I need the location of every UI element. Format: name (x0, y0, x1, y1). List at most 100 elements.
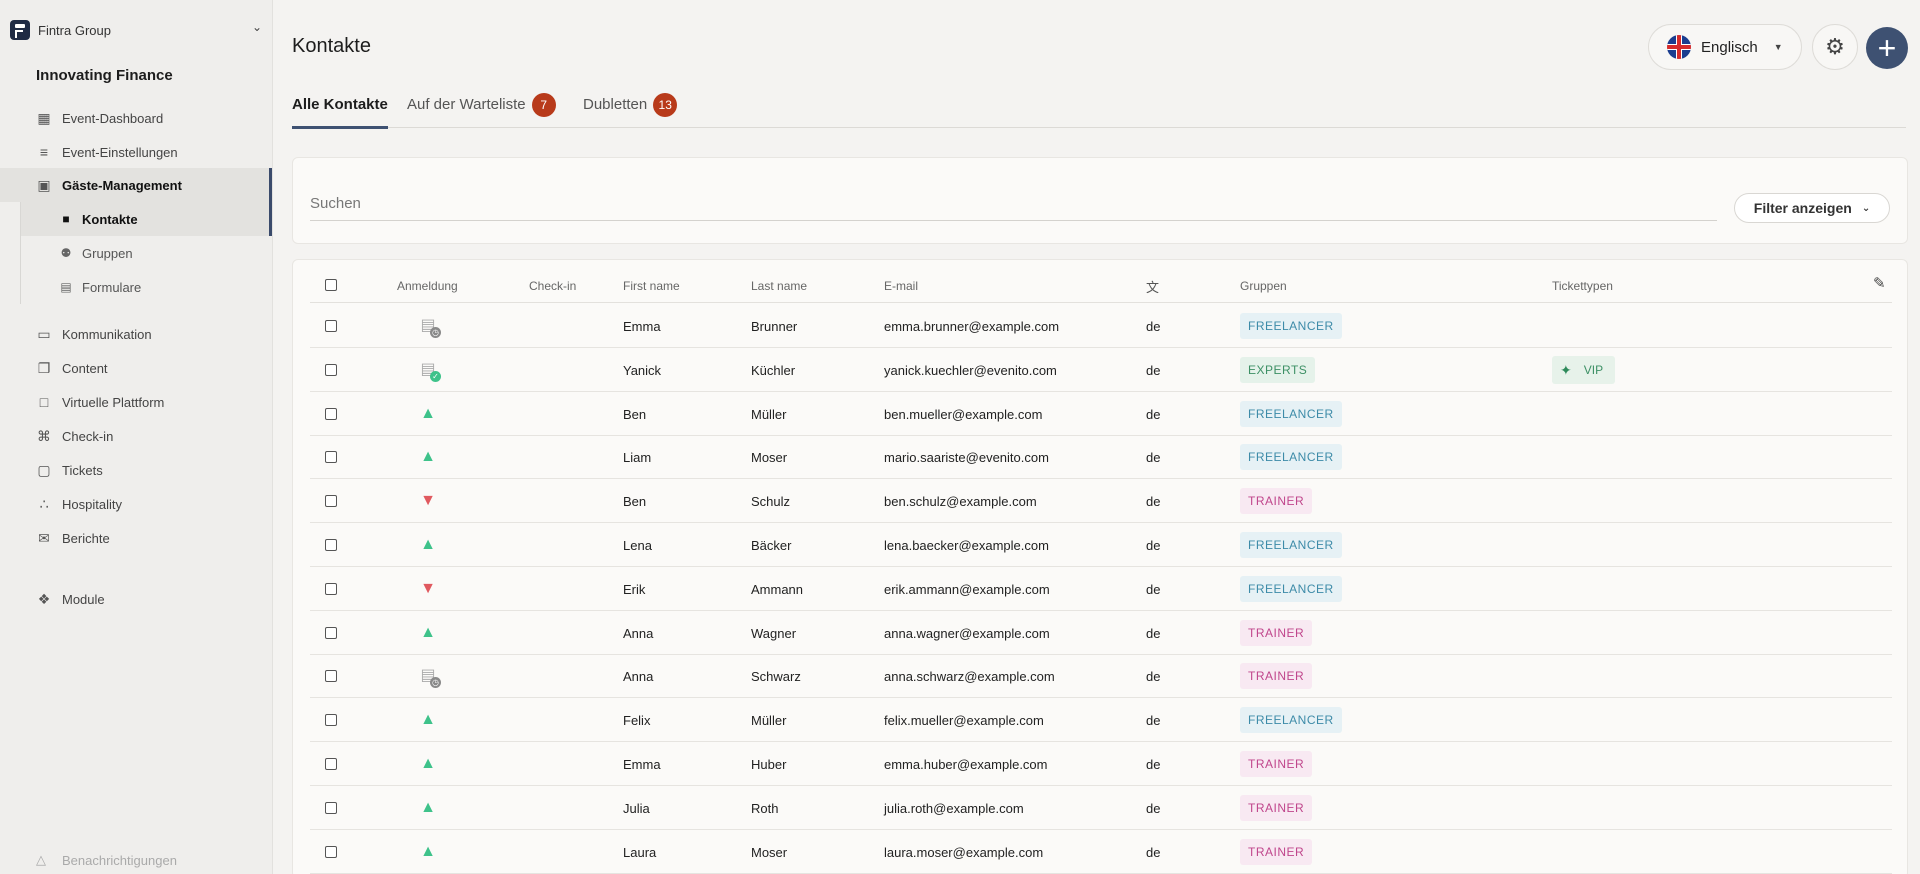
last-name-cell: Ammann (751, 581, 804, 597)
nav-item-virtual-platform[interactable]: □ Virtuelle Plattform (0, 385, 272, 419)
tab-waitlist[interactable]: Auf der Warteliste 7 (407, 92, 556, 128)
table-row[interactable]: ▲ Emma Huber emma.huber@example.com de TRAINE… (310, 742, 1892, 786)
row-checkbox[interactable] (325, 670, 337, 683)
table-row[interactable]: ▼ Ben Schulz ben.schulz@example.com de TRAINE… (310, 479, 1892, 524)
tab-all-contacts[interactable]: Alle Kontakte (292, 92, 388, 129)
contacts-table: Anmeldung Check-in First name Last name … (292, 259, 1908, 874)
row-checkbox[interactable] (325, 582, 337, 595)
table-row[interactable]: ▼ Erik Ammann erik.ammann@example.com de FREE… (310, 567, 1892, 611)
row-checkbox[interactable] (325, 539, 337, 551)
row-checkbox[interactable] (325, 845, 337, 858)
column-header-registration[interactable]: Anmeldung (397, 279, 458, 293)
language-cell: de (1146, 669, 1161, 685)
table-row[interactable]: ▲ Ben Müller ben.mueller@example.com de FREEL… (310, 392, 1892, 436)
row-checkbox[interactable] (325, 626, 337, 639)
first-name-cell: Felix (623, 713, 651, 729)
edit-columns-icon[interactable]: ✎ (1873, 274, 1886, 292)
org-switcher[interactable]: Fintra Group ⌄ (10, 19, 262, 41)
nav-item-modules[interactable]: ❖ Module (0, 582, 272, 616)
sidebar: Fintra Group ⌄ Innovating Finance ▦ Even… (0, 0, 273, 874)
language-cell: de (1146, 757, 1161, 772)
settings-button[interactable]: ⚙ (1812, 24, 1858, 70)
last-name-cell: Bäcker (751, 538, 792, 553)
last-name-cell: Wagner (751, 625, 797, 641)
column-header-email[interactable]: E-mail (884, 279, 918, 293)
search-input[interactable] (310, 185, 1717, 221)
column-header-last-name[interactable]: Last name (751, 279, 807, 293)
nav-item-reports[interactable]: ✉ Berichte (0, 521, 272, 555)
table-row[interactable]: ▲ Liam Moser mario.saariste@evenito.com de FR… (310, 435, 1892, 480)
last-name-cell: Müller (751, 406, 787, 422)
column-header-groups[interactable]: Gruppen (1240, 279, 1287, 293)
group-tag: EXPERTS (1240, 356, 1316, 383)
row-checkbox[interactable] (325, 451, 337, 464)
language-selector[interactable]: Englisch ▼ (1648, 24, 1802, 70)
email-cell: ben.mueller@example.com (884, 406, 1043, 422)
uk-flag-icon (1667, 35, 1691, 59)
nav-item-guest-management[interactable]: ▣ Gäste-Management (0, 168, 272, 202)
table-row[interactable]: ▲ Laura Moser laura.moser@example.com de TRAI… (310, 830, 1892, 874)
table-row[interactable]: ▲ Felix Müller felix.mueller@example.com de F… (310, 698, 1892, 743)
table-row[interactable]: ▲ Anna Wagner anna.wagner@example.com de TRAI… (310, 611, 1892, 655)
sub-item-forms[interactable]: ▤ Formulare (20, 270, 272, 304)
chevron-down-icon[interactable]: ⌄ (252, 20, 262, 34)
select-all-checkbox[interactable] (325, 279, 337, 291)
table-row[interactable]: ▲ Julia Roth julia.roth@example.com de TRAINE… (310, 786, 1892, 830)
nav-item-label: Event-Dashboard (62, 110, 164, 126)
nav-item-label: Berichte (62, 530, 110, 546)
registration-calendar-pending-icon: ▤ ◷ (418, 666, 441, 689)
row-checkbox[interactable] (325, 758, 337, 770)
email-cell: erik.ammann@example.com (884, 581, 1050, 597)
row-checkbox[interactable] (325, 320, 337, 332)
group-tag: FREELANCER (1240, 575, 1342, 602)
tab-duplicates[interactable]: Dubletten 13 (583, 92, 678, 128)
first-name-cell: Julia (623, 800, 650, 816)
column-header-checkin[interactable]: Check-in (529, 279, 576, 293)
translate-icon[interactable]: 文 (1146, 277, 1159, 296)
nav-item-check-in[interactable]: ⌘ Check-in (0, 419, 272, 453)
nav-item-content[interactable]: ❐ Content (0, 351, 272, 385)
filter-button[interactable]: Filter anzeigen ⌄ (1734, 193, 1890, 223)
org-logo-icon (10, 20, 30, 40)
email-cell: anna.wagner@example.com (884, 625, 1050, 641)
nav-item-hospitality[interactable]: ∴ Hospitality (0, 487, 272, 521)
row-checkbox[interactable] (325, 714, 337, 727)
nav-item-event-dashboard[interactable]: ▦ Event-Dashboard (0, 101, 272, 135)
column-header-first-name[interactable]: First name (623, 279, 680, 293)
first-name-cell: Anna (623, 625, 654, 641)
registration-thumbs-up-icon: ▲ (420, 623, 436, 641)
sub-item-groups[interactable]: ⚉ Gruppen (20, 236, 272, 270)
table-row[interactable]: ▲ Lena Bäcker lena.baecker@example.com de FRE… (310, 523, 1892, 567)
notifications[interactable]: △ Benachrichtigungen (36, 852, 177, 868)
table-row[interactable]: ▤ ◷ Emma Brunner emma.brunner@example.com de F… (310, 304, 1892, 348)
nav-item-event-settings[interactable]: ≡ Event-Einstellungen (0, 135, 272, 169)
column-header-ticket-types[interactable]: Tickettypen (1552, 279, 1613, 293)
first-name-cell: Erik (623, 581, 646, 597)
add-contact-button[interactable]: + (1866, 27, 1908, 69)
tab-bar: Alle Kontakte Auf der Warteliste 7 Duble… (292, 92, 1906, 129)
registration-calendar-pending-icon: ▤ ◷ (418, 316, 441, 338)
last-name-cell: Küchler (751, 362, 796, 378)
table-row[interactable]: ▤ ◷ Anna Schwarz anna.schwarz@example.com de T… (310, 654, 1892, 699)
id-card-icon: ▣ (37, 177, 51, 193)
chat-icon: ▭ (37, 326, 51, 342)
row-checkbox[interactable] (325, 407, 337, 420)
sub-item-contacts[interactable]: ■ Kontakte (20, 202, 272, 236)
row-checkbox[interactable] (325, 363, 337, 376)
table-row[interactable]: ▤ ✓ Yanick Küchler yanick.kuechler@evenito.c… (310, 348, 1892, 392)
first-name-cell: Ben (623, 406, 647, 422)
language-cell: de (1146, 581, 1161, 597)
page-title: Kontakte (292, 35, 371, 57)
nav-item-communication[interactable]: ▭ Kommunikation (0, 317, 272, 351)
last-name-cell: Müller (751, 713, 787, 729)
nav-item-label: Kommunikation (62, 326, 152, 342)
sub-item-label: Formulare (82, 279, 142, 295)
last-name-cell: Roth (751, 800, 779, 816)
registration-thumbs-up-icon: ▲ (420, 842, 436, 860)
nav-item-tickets[interactable]: ▢ Tickets (0, 453, 272, 487)
email-cell: anna.schwarz@example.com (884, 669, 1055, 685)
group-tag: TRAINER (1240, 794, 1313, 821)
tab-label: Dubletten (583, 96, 648, 113)
row-checkbox[interactable] (325, 495, 337, 508)
row-checkbox[interactable] (325, 801, 337, 814)
